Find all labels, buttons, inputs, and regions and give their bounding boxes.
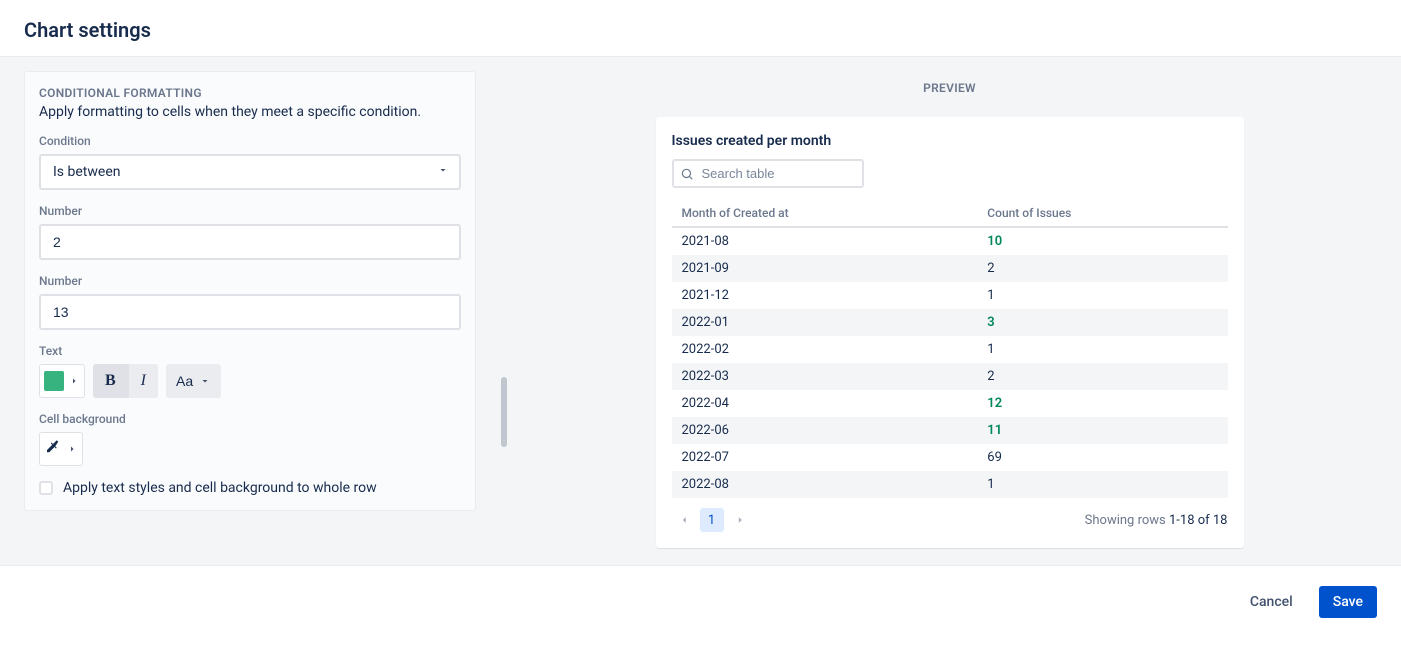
cell-month: 2022-07 bbox=[672, 444, 978, 471]
dialog-header: Chart settings bbox=[0, 0, 1401, 57]
cell-month: 2022-06 bbox=[672, 417, 978, 444]
italic-icon: I bbox=[141, 372, 146, 390]
cell-count: 69 bbox=[977, 444, 1227, 471]
cell-month: 2022-04 bbox=[672, 390, 978, 417]
settings-panel: CONDITIONAL FORMATTING Apply formatting … bbox=[0, 57, 500, 565]
table-row: 2022-0769 bbox=[672, 444, 1228, 471]
cell-bg-color-button[interactable] bbox=[39, 432, 83, 466]
col-header-count: Count of Issues bbox=[977, 200, 1227, 227]
col-header-month: Month of Created at bbox=[672, 200, 978, 227]
next-page-button[interactable] bbox=[728, 508, 752, 532]
cell-count: 1 bbox=[977, 471, 1227, 498]
pager: 1 bbox=[672, 508, 752, 532]
table-search-input[interactable] bbox=[672, 159, 864, 188]
preview-table: Month of Created at Count of Issues 2021… bbox=[672, 200, 1228, 498]
chevron-right-icon bbox=[66, 443, 78, 455]
cell-background-label: Cell background bbox=[39, 412, 461, 426]
save-button[interactable]: Save bbox=[1319, 586, 1377, 618]
chevron-right-icon bbox=[733, 513, 747, 527]
text-case-button[interactable]: Aa bbox=[166, 364, 221, 398]
table-row: 2022-0611 bbox=[672, 417, 1228, 444]
text-style-label: Text bbox=[39, 344, 461, 358]
dialog-footer: Cancel Save bbox=[0, 565, 1401, 638]
chevron-down-icon bbox=[199, 375, 211, 387]
rows-info: Showing rows 1-18 of 18 bbox=[1085, 513, 1228, 528]
cell-month: 2021-12 bbox=[672, 282, 978, 309]
cancel-button[interactable]: Cancel bbox=[1236, 586, 1307, 618]
bold-italic-group: B I bbox=[93, 364, 158, 398]
search-icon bbox=[680, 167, 694, 181]
table-row: 2022-0412 bbox=[672, 390, 1228, 417]
search-wrap bbox=[672, 159, 864, 188]
prev-page-button[interactable] bbox=[672, 508, 696, 532]
chevron-right-icon bbox=[68, 375, 80, 387]
chevron-left-icon bbox=[677, 513, 691, 527]
cell-month: 2021-08 bbox=[672, 227, 978, 255]
preview-panel: PREVIEW Issues created per month Month o… bbox=[508, 57, 1401, 565]
bold-button[interactable]: B bbox=[93, 364, 129, 398]
text-toolbar: B I Aa bbox=[39, 364, 461, 398]
number-from-input[interactable] bbox=[39, 224, 461, 260]
table-row: 2021-092 bbox=[672, 255, 1228, 282]
number-to-input[interactable] bbox=[39, 294, 461, 330]
table-row: 2022-081 bbox=[672, 471, 1228, 498]
cell-month: 2022-03 bbox=[672, 363, 978, 390]
page-number-current[interactable]: 1 bbox=[700, 508, 724, 532]
table-row: 2021-121 bbox=[672, 282, 1228, 309]
bold-icon: B bbox=[105, 372, 116, 390]
text-color-button[interactable] bbox=[39, 364, 85, 398]
page-title: Chart settings bbox=[24, 18, 1377, 42]
main-content: CONDITIONAL FORMATTING Apply formatting … bbox=[0, 57, 1401, 565]
section-label: CONDITIONAL FORMATTING bbox=[39, 86, 461, 100]
text-case-label: Aa bbox=[176, 373, 193, 389]
cell-month: 2022-01 bbox=[672, 309, 978, 336]
cell-month: 2021-09 bbox=[672, 255, 978, 282]
condition-select[interactable]: Is between bbox=[39, 154, 461, 190]
table-row: 2022-013 bbox=[672, 309, 1228, 336]
text-color-swatch bbox=[44, 371, 64, 391]
cell-count: 10 bbox=[977, 227, 1227, 255]
italic-button[interactable]: I bbox=[129, 364, 158, 398]
preview-label: PREVIEW bbox=[522, 81, 1377, 95]
apply-whole-row-checkbox[interactable] bbox=[39, 481, 53, 495]
table-row: 2022-032 bbox=[672, 363, 1228, 390]
apply-whole-row-option: Apply text styles and cell background to… bbox=[39, 480, 461, 496]
cell-count: 2 bbox=[977, 255, 1227, 282]
cell-count: 11 bbox=[977, 417, 1227, 444]
section-description: Apply formatting to cells when they meet… bbox=[39, 104, 461, 120]
cell-count: 12 bbox=[977, 390, 1227, 417]
table-row: 2022-021 bbox=[672, 336, 1228, 363]
cell-count: 1 bbox=[977, 282, 1227, 309]
conditional-formatting-card: CONDITIONAL FORMATTING Apply formatting … bbox=[24, 71, 476, 511]
condition-label: Condition bbox=[39, 134, 461, 148]
chart-title: Issues created per month bbox=[672, 133, 1228, 149]
number-to-label: Number bbox=[39, 274, 461, 288]
cell-count: 2 bbox=[977, 363, 1227, 390]
cell-bg-toolbar bbox=[39, 432, 461, 466]
table-row: 2021-0810 bbox=[672, 227, 1228, 255]
cell-month: 2022-08 bbox=[672, 471, 978, 498]
cell-month: 2022-02 bbox=[672, 336, 978, 363]
apply-whole-row-label: Apply text styles and cell background to… bbox=[63, 480, 377, 496]
cell-count: 3 bbox=[977, 309, 1227, 336]
pagination-row: 1 Showing rows 1-18 of 18 bbox=[672, 508, 1228, 532]
panel-scrollbar[interactable] bbox=[500, 57, 508, 565]
number-from-label: Number bbox=[39, 204, 461, 218]
eyedropper-icon bbox=[44, 438, 62, 460]
preview-card: Issues created per month Month of Create… bbox=[656, 117, 1244, 548]
condition-select-wrap: Is between bbox=[39, 154, 461, 190]
cell-count: 1 bbox=[977, 336, 1227, 363]
